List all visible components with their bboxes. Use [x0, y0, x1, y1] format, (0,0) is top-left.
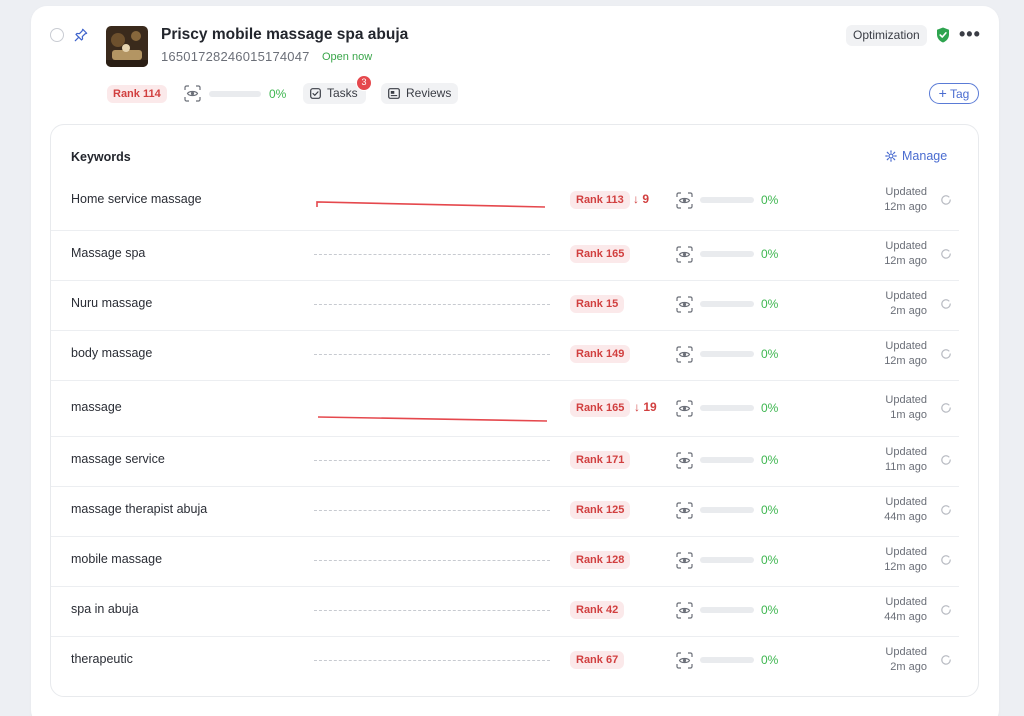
- keyword-progress-bar: [700, 507, 754, 513]
- keyword-rank-badge: Rank 165: [570, 399, 631, 417]
- empty-trend-line: [314, 610, 550, 611]
- eye-scan-icon: [184, 85, 201, 102]
- rank-change-value: 19: [643, 400, 657, 414]
- updated-time: 1m ago: [890, 409, 927, 421]
- keyword-progress-bar: [700, 405, 754, 411]
- eye-scan-icon: [676, 451, 693, 469]
- plus-icon: +: [938, 85, 947, 101]
- keyword-progress-text: 0%: [761, 553, 779, 567]
- keyword-progress-bar: [700, 557, 754, 563]
- refresh-icon[interactable]: [940, 654, 952, 666]
- updated-label: Updated: [885, 546, 927, 558]
- reviews-button[interactable]: Reviews: [381, 83, 459, 104]
- keyword-progress-text: 0%: [761, 401, 779, 415]
- last-updated: Updated 44m ago: [875, 595, 927, 625]
- arrow-down-icon: ↓: [634, 400, 644, 414]
- keyword-rank-badge: Rank 128: [570, 551, 631, 569]
- pin-icon[interactable]: [74, 27, 88, 43]
- business-card: Priscy mobile massage spa abuja 16501728…: [31, 6, 999, 716]
- keyword-progress-bar: [700, 607, 754, 613]
- refresh-icon[interactable]: [940, 402, 952, 414]
- reviews-label: Reviews: [406, 86, 452, 100]
- refresh-icon[interactable]: [940, 504, 952, 516]
- reviews-icon: [388, 88, 400, 99]
- updated-time: 2m ago: [890, 661, 927, 673]
- keyword-progress-text: 0%: [761, 453, 779, 467]
- keyword-rank-badge: Rank 67: [570, 651, 625, 669]
- keyword-progress-text: 0%: [761, 503, 779, 517]
- keyword-name[interactable]: massage therapist abuja: [71, 502, 207, 516]
- last-updated: Updated 44m ago: [875, 495, 927, 525]
- eye-scan-icon: [676, 601, 693, 619]
- tasks-label: Tasks: [327, 86, 358, 100]
- tag-label: Tag: [949, 87, 970, 101]
- updated-time: 12m ago: [884, 561, 927, 573]
- keyword-progress-bar: [700, 457, 754, 463]
- updated-time: 44m ago: [884, 611, 927, 623]
- keyword-rank-badge: Rank 171: [570, 451, 631, 469]
- verified-shield-icon: [937, 27, 949, 43]
- refresh-icon[interactable]: [940, 454, 952, 466]
- optimization-button[interactable]: Optimization: [846, 25, 927, 46]
- keyword-rank-badge: Rank 125: [570, 501, 631, 519]
- eye-scan-icon: [676, 501, 693, 519]
- updated-label: Updated: [885, 446, 927, 458]
- business-progress-text: 0%: [269, 87, 287, 101]
- keyword-progress-bar: [700, 657, 754, 663]
- last-updated: Updated 11m ago: [875, 445, 927, 475]
- last-updated: Updated 12m ago: [875, 545, 927, 575]
- business-id: 16501728246015174047: [161, 49, 310, 64]
- eye-scan-icon: [676, 399, 693, 417]
- updated-time: 44m ago: [884, 511, 927, 523]
- trend-line: [317, 416, 548, 422]
- updated-label: Updated: [885, 394, 927, 406]
- refresh-icon[interactable]: [940, 604, 952, 616]
- tasks-count-badge: 3: [356, 75, 372, 91]
- updated-label: Updated: [885, 496, 927, 508]
- rank-trend-sparkline: [317, 416, 548, 422]
- eye-scan-icon: [676, 651, 693, 669]
- checkbox-icon: [310, 88, 321, 99]
- keyword-name[interactable]: massage service: [71, 452, 165, 466]
- keyword-name[interactable]: therapeutic: [71, 652, 133, 666]
- updated-label: Updated: [885, 596, 927, 608]
- last-updated: Updated 1m ago: [875, 393, 927, 423]
- keyword-progress-text: 0%: [761, 603, 779, 617]
- empty-trend-line: [314, 510, 550, 511]
- rank-change-down: ↓ 19: [634, 400, 657, 414]
- business-rank-badge: Rank 114: [107, 85, 167, 103]
- keyword-progress-text: 0%: [761, 653, 779, 667]
- select-radio[interactable]: [50, 28, 64, 42]
- eye-scan-icon: [676, 551, 693, 569]
- add-tag-button[interactable]: + Tag: [929, 83, 979, 104]
- business-name[interactable]: Priscy mobile massage spa abuja: [161, 26, 408, 44]
- empty-trend-line: [314, 460, 550, 461]
- last-updated: Updated 2m ago: [875, 645, 927, 675]
- keyword-name[interactable]: spa in abuja: [71, 602, 138, 616]
- refresh-icon[interactable]: [940, 554, 952, 566]
- empty-trend-line: [314, 560, 550, 561]
- empty-trend-line: [314, 660, 550, 661]
- updated-time: 11m ago: [885, 461, 927, 473]
- business-progress-bar: [209, 91, 261, 97]
- keywords-panel: Keywords Manage Home service massage Rank…: [50, 124, 979, 697]
- keyword-name[interactable]: mobile massage: [71, 552, 162, 566]
- more-options-icon[interactable]: •••: [959, 24, 981, 45]
- updated-label: Updated: [885, 646, 927, 658]
- business-thumbnail: [106, 26, 148, 67]
- open-status: Open now: [322, 51, 373, 63]
- keyword-rank-badge: Rank 42: [570, 601, 625, 619]
